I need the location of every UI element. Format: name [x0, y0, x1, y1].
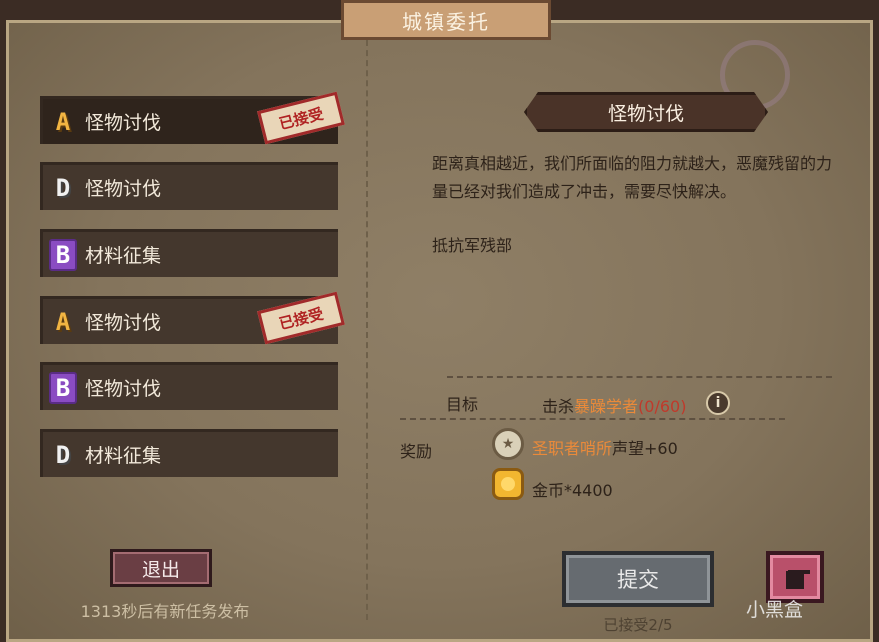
reward-label: 奖励 — [400, 442, 433, 461]
grade-badge: D — [55, 440, 71, 469]
grade-badge: B — [49, 371, 77, 404]
quest-item-3[interactable]: B 材料征集 — [40, 229, 338, 277]
panel-divider — [366, 40, 368, 620]
quest-label: 材料征集 — [85, 445, 162, 467]
quest-item-5[interactable]: B 怪物讨伐 — [40, 362, 338, 410]
quest-label: 怪物讨伐 — [85, 112, 162, 134]
quest-item-1[interactable]: A 怪物讨伐 已接受 — [40, 91, 345, 145]
quest-description: 距离真相越近，我们所面临的阻力就越大，恶魔残留的力量已经对我们造成了冲击，需要尽… — [432, 154, 833, 201]
grade-badge: D — [55, 173, 71, 202]
reward-reputation: 圣职者哨所声望+60 — [532, 439, 678, 458]
reward-gold: 金币*4400 — [532, 481, 613, 500]
grade-badge: A — [55, 307, 71, 336]
trash-icon — [786, 571, 804, 589]
accepted-stamp: 已接受 — [257, 91, 345, 145]
gold-coin-icon — [492, 468, 524, 500]
quest-item-2[interactable]: D 怪物讨伐 — [40, 162, 338, 210]
objective-progress: (0/60) — [638, 397, 687, 416]
new-quest-countdown: 1313秒后有新任务发布 — [80, 602, 250, 621]
info-icon[interactable]: i — [706, 391, 730, 415]
grade-badge: B — [49, 238, 77, 271]
submit-button[interactable]: 提交 — [562, 551, 714, 607]
quest-label: 怪物讨伐 — [85, 312, 162, 334]
accepted-count: 已接受2/5 — [603, 616, 673, 634]
divider-line — [447, 376, 832, 378]
quest-label: 材料征集 — [85, 245, 162, 267]
objective-label: 目标 — [446, 395, 479, 414]
site-watermark: 小黑盒 — [746, 599, 804, 621]
grade-badge: A — [55, 107, 71, 136]
quest-item-4[interactable]: A 怪物讨伐 已接受 — [40, 291, 345, 345]
quest-item-6[interactable]: D 材料征集 — [40, 429, 338, 477]
exit-button[interactable]: 退出 — [110, 549, 212, 587]
quest-label: 怪物讨伐 — [85, 178, 162, 200]
objective-text: 击杀暴躁学者(0/60) — [542, 397, 687, 416]
accepted-stamp: 已接受 — [257, 291, 345, 345]
quest-board-screen: 城镇委托 A 怪物讨伐 已接受 D 怪物讨伐 B 材料征集 A 怪物讨伐 已接受… — [0, 0, 879, 642]
quest-label: 怪物讨伐 — [85, 378, 162, 400]
quest-detail-title: 怪物讨伐 — [524, 92, 768, 132]
window-title: 城镇委托 — [341, 0, 551, 40]
reputation-badge-icon: ★ — [492, 428, 524, 460]
objective-target: 暴躁学者 — [574, 397, 639, 416]
quest-giver: 抵抗军残部 — [432, 236, 513, 255]
divider-line — [400, 418, 785, 420]
